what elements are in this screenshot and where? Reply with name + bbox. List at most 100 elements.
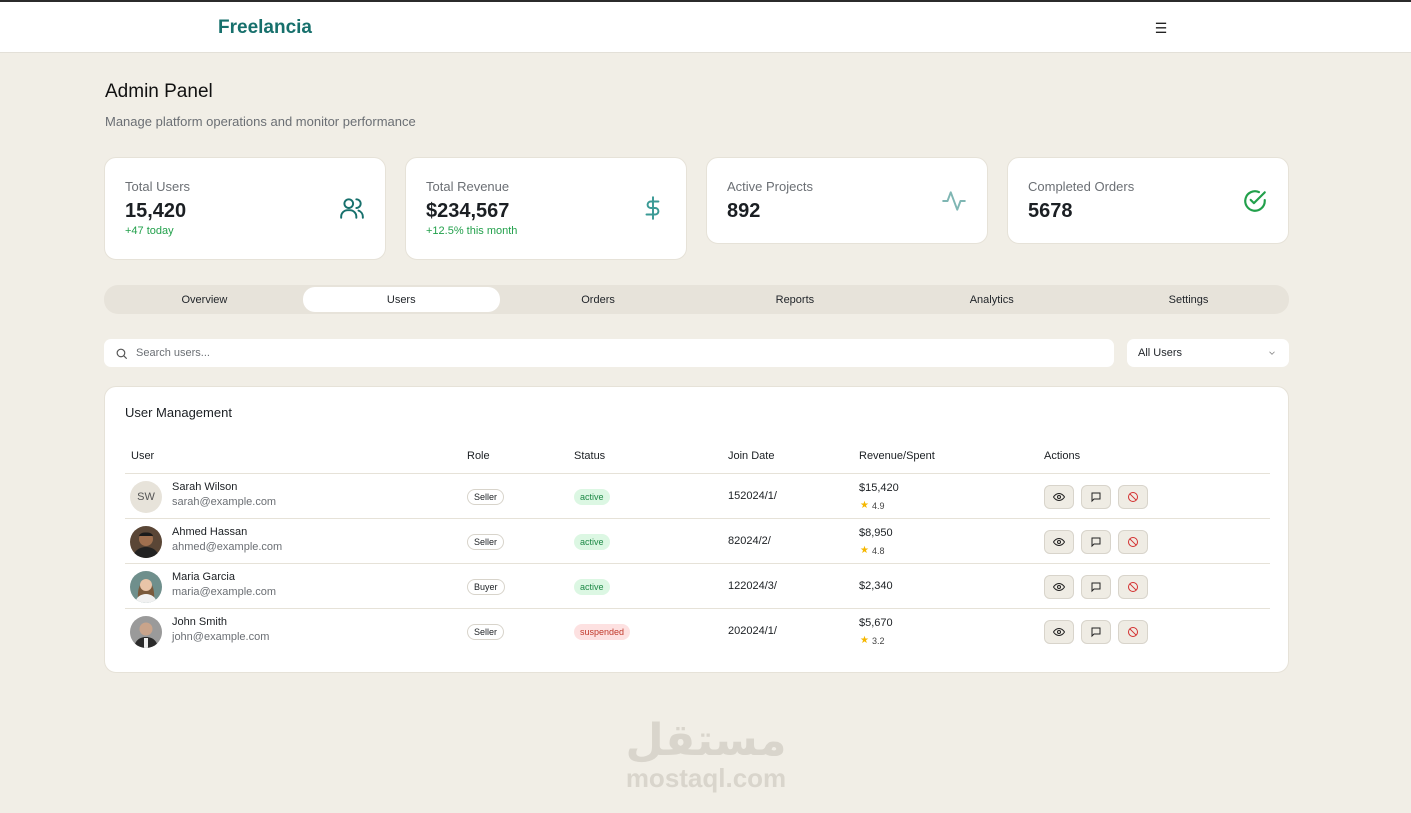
user-email: maria@example.com (172, 586, 277, 598)
tab-analytics[interactable]: Analytics (893, 287, 1090, 312)
message-button[interactable] (1081, 620, 1111, 644)
suspend-button[interactable] (1118, 485, 1148, 509)
status-badge: active (574, 534, 610, 550)
suspend-button[interactable] (1118, 530, 1148, 554)
message-icon (1091, 537, 1101, 548)
ban-icon (1128, 537, 1138, 547)
message-button[interactable] (1081, 485, 1111, 509)
dollar-icon (645, 196, 660, 220)
user-filter-select[interactable]: All Users (1127, 339, 1289, 367)
ban-icon (1128, 627, 1138, 637)
table-row: John Smith john@example.com Seller suspe… (125, 609, 1270, 654)
join-date: 82024/2/ (728, 535, 771, 547)
revenue-value: $8,950 (859, 527, 893, 539)
filter-selected-value: All Users (1138, 347, 1183, 359)
stat-card-total-revenue: Total Revenue $234,567 +12.5% this month (405, 157, 687, 260)
user-management-panel: User Management User Role Status Join Da… (104, 386, 1289, 673)
rating: ★ 4.8 (860, 545, 884, 556)
message-button[interactable] (1081, 530, 1111, 554)
rating-value: 4.9 (871, 500, 885, 511)
stat-delta: +47 today (125, 225, 174, 237)
table-row: Maria Garcia maria@example.com Buyer act… (125, 564, 1270, 609)
rating-value: 3.2 (871, 635, 885, 646)
avatar-photo (133, 532, 159, 558)
top-navbar: Freelancia ☰ (0, 0, 1411, 53)
stat-value: 5678 (1028, 200, 1073, 222)
user-email: sarah@example.com (172, 496, 277, 508)
search-input[interactable] (136, 347, 1036, 359)
role-badge: Buyer (467, 579, 505, 595)
column-header-role: Role (467, 450, 490, 462)
panel-title: User Management (125, 405, 232, 420)
revenue-value: $15,420 (859, 482, 899, 494)
stat-delta: +12.5% this month (426, 225, 518, 237)
eye-icon (1053, 537, 1065, 547)
rating: ★ 4.9 (860, 500, 884, 511)
revenue-value: $2,340 (859, 580, 893, 592)
star-icon: ★ (860, 545, 869, 556)
suspend-button[interactable] (1118, 575, 1148, 599)
tab-bar: Overview Users Orders Reports Analytics … (104, 285, 1289, 314)
tab-reports[interactable]: Reports (696, 287, 893, 312)
join-date: 152024/1/ (728, 490, 777, 502)
stat-card-active-projects: Active Projects 892 (706, 157, 988, 244)
users-icon (340, 198, 364, 219)
search-icon (116, 348, 127, 359)
stat-label: Total Users (125, 179, 191, 194)
user-name: Sarah Wilson (172, 481, 238, 493)
view-button[interactable] (1044, 485, 1074, 509)
column-header-join-date: Join Date (728, 450, 775, 462)
eye-icon (1053, 582, 1065, 592)
watermark-logo: مستقل mostaql.com (620, 715, 792, 793)
avatar (130, 616, 162, 648)
watermark-arabic: مستقل (625, 715, 787, 766)
tab-overview[interactable]: Overview (106, 287, 303, 312)
status-badge: suspended (574, 624, 631, 640)
ban-icon (1128, 492, 1138, 502)
hamburger-menu-icon[interactable]: ☰ (1152, 19, 1170, 37)
activity-icon (942, 191, 966, 211)
stat-card-total-users: Total Users 15,420 +47 today (104, 157, 386, 260)
table-row: Ahmed Hassan ahmed@example.com Seller ac… (125, 519, 1270, 564)
avatar-photo (134, 622, 158, 648)
user-email: john@example.com (172, 631, 270, 643)
stat-value: 892 (727, 200, 761, 222)
brand-logo[interactable]: Freelancia (218, 17, 312, 39)
chevron-down-icon (1269, 351, 1275, 355)
suspend-button[interactable] (1118, 620, 1148, 644)
message-icon (1091, 627, 1101, 638)
tab-settings[interactable]: Settings (1090, 287, 1287, 312)
tab-orders[interactable]: Orders (500, 287, 697, 312)
star-icon: ★ (860, 635, 869, 646)
star-icon: ★ (860, 500, 869, 511)
join-date: 202024/1/ (728, 625, 777, 637)
avatar-photo (135, 579, 157, 603)
stat-label: Completed Orders (1028, 179, 1135, 194)
stat-card-completed-orders: Completed Orders 5678 (1007, 157, 1289, 244)
message-button[interactable] (1081, 575, 1111, 599)
view-button[interactable] (1044, 530, 1074, 554)
table-header: User Role Status Join Date Revenue/Spent… (125, 450, 1270, 474)
role-badge: Seller (467, 624, 505, 640)
user-email: ahmed@example.com (172, 541, 283, 553)
stat-label: Active Projects (727, 179, 813, 194)
avatar: SW (130, 481, 162, 513)
rating-value: 4.8 (871, 545, 885, 556)
user-name: John Smith (172, 616, 228, 628)
user-name: Ahmed Hassan (172, 526, 248, 538)
table-row: SW Sarah Wilson sarah@example.com Seller… (125, 474, 1270, 519)
role-badge: Seller (467, 534, 505, 550)
status-badge: active (574, 579, 610, 595)
page-subtitle: Manage platform operations and monitor p… (105, 114, 416, 129)
column-header-revenue: Revenue/Spent (859, 450, 935, 462)
view-button[interactable] (1044, 575, 1074, 599)
eye-icon (1053, 627, 1065, 637)
tab-users[interactable]: Users (302, 287, 500, 312)
revenue-value: $5,670 (859, 617, 893, 629)
page-title: Admin Panel (105, 81, 213, 102)
watermark-latin: mostaql.com (625, 763, 787, 793)
view-button[interactable] (1044, 620, 1074, 644)
rating: ★ 3.2 (860, 635, 884, 646)
column-header-user: User (131, 450, 155, 462)
user-name: Maria Garcia (172, 571, 235, 583)
